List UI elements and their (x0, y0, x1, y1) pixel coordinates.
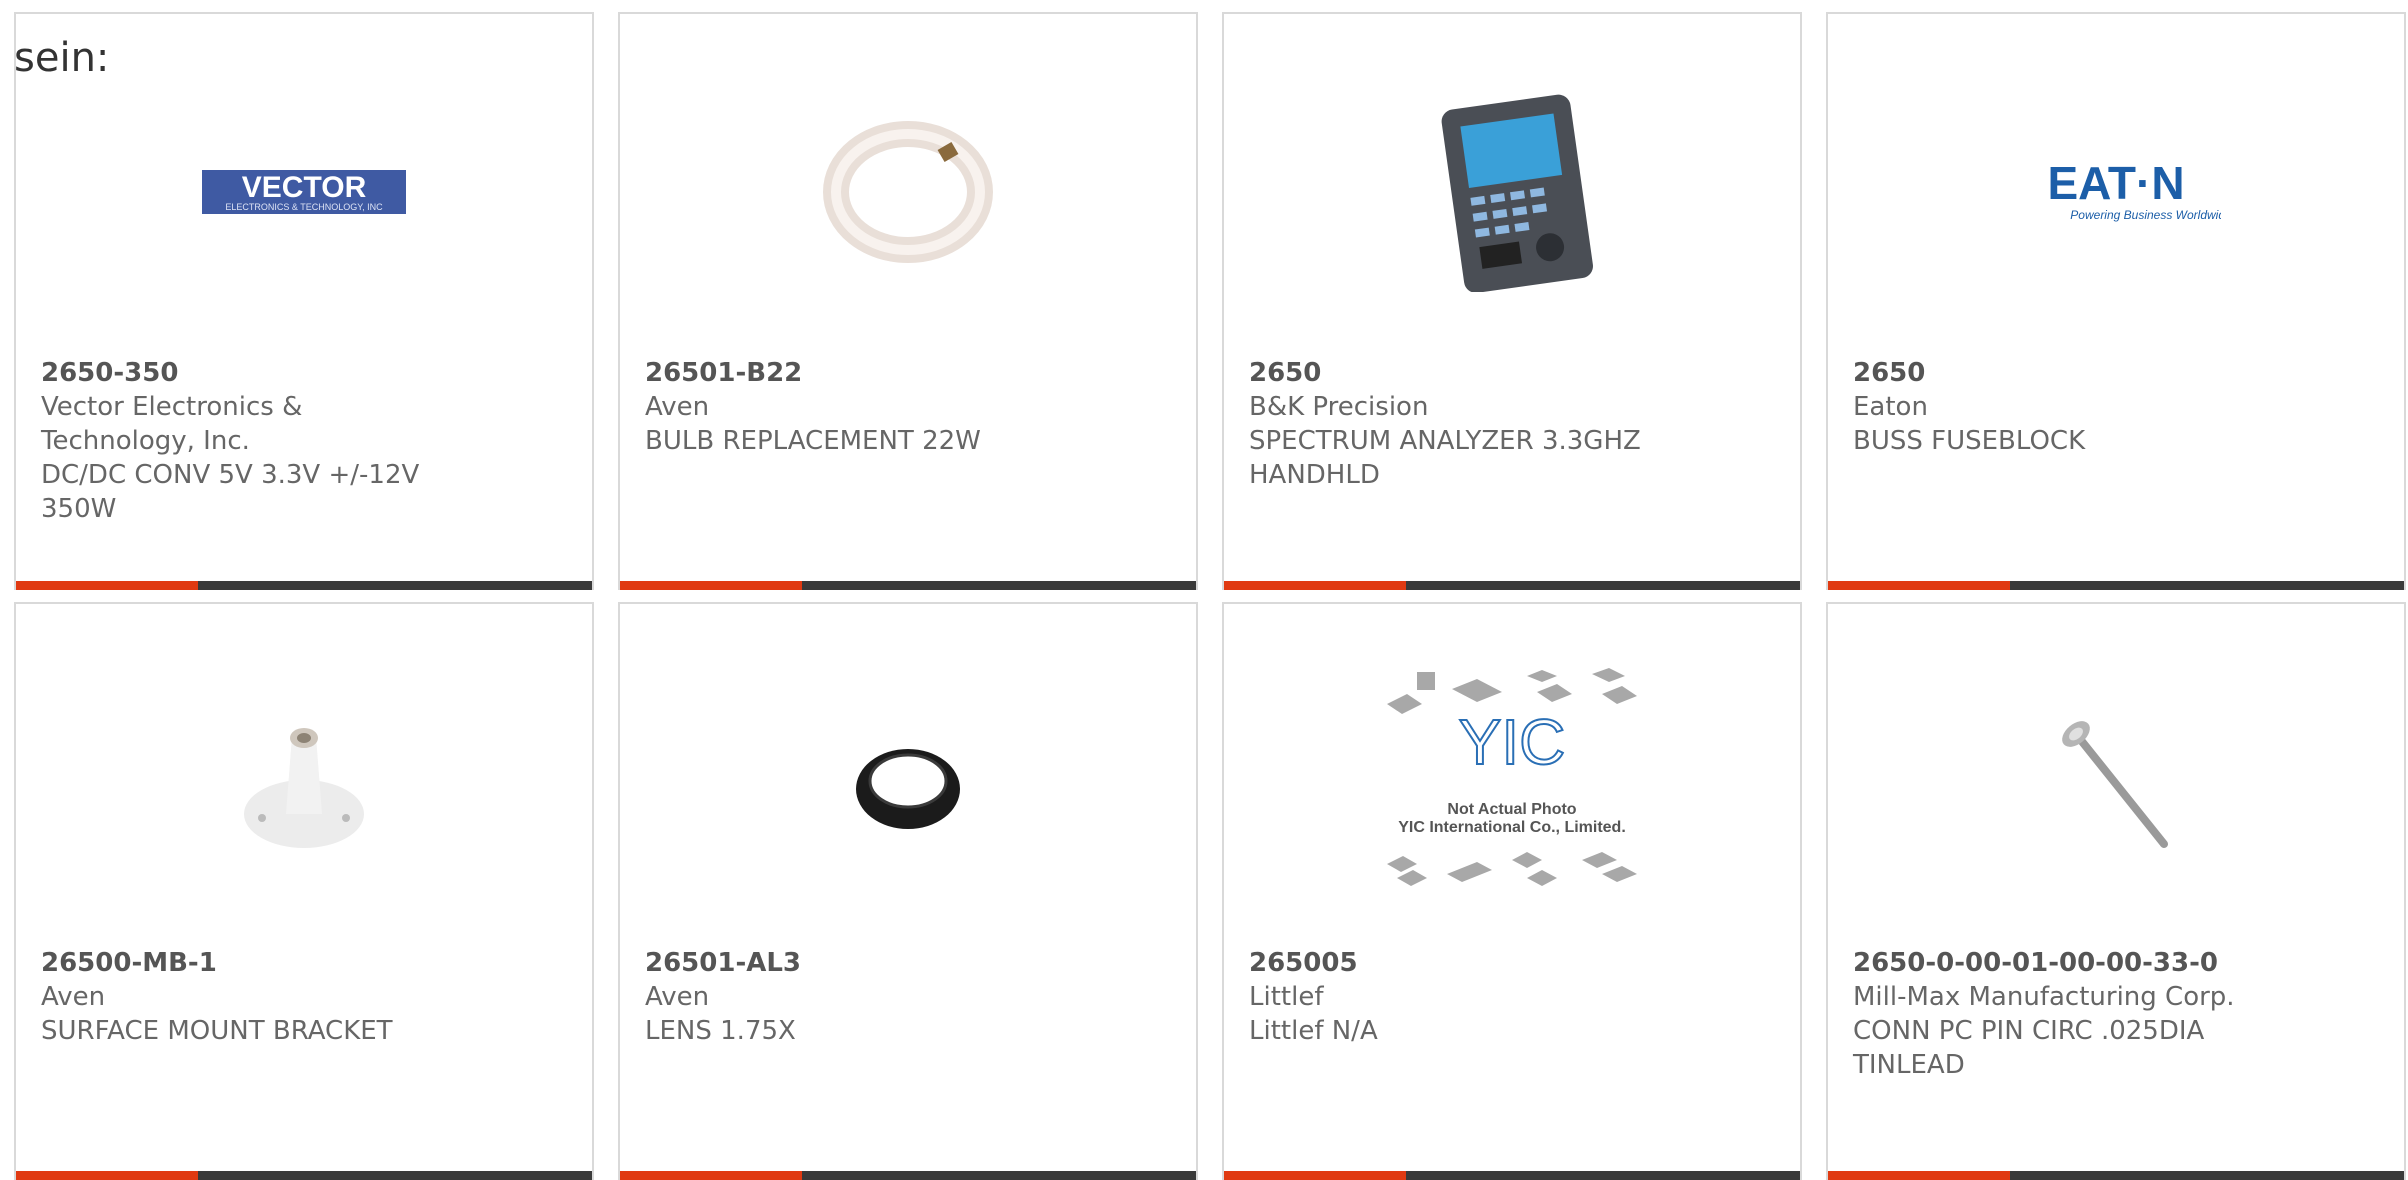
card-accent-bar (16, 581, 592, 590)
product-card[interactable]: 2650-0-00-01-00-00-33-0 Mill-Max Manufac… (1826, 602, 2406, 1180)
vector-logo-subtext: ELECTRONICS & TECHNOLOGY, INC (225, 202, 383, 212)
card-accent-bar (620, 581, 1196, 590)
product-card[interactable]: 26501-B22 Aven BULB REPLACEMENT 22W (618, 12, 1198, 590)
description: BUSS FUSEBLOCK (1853, 426, 2086, 456)
card-accent-bar (1828, 581, 2404, 590)
manufacturer: Aven (645, 392, 710, 422)
manufacturer: Eaton (1853, 392, 1928, 422)
card-accent-bar (620, 1171, 1196, 1180)
eaton-logo-text: EAT·N (2047, 157, 2184, 209)
manufacturer: Aven (41, 982, 106, 1012)
spectrum-analyzer-icon (1224, 76, 1800, 308)
part-number[interactable]: 26500-MB-1 (41, 946, 461, 980)
card-accent-bar (1224, 581, 1800, 590)
mount-bracket-icon (16, 668, 592, 900)
manufacturer: Littlef (1249, 982, 1324, 1012)
card-accent-bar (1224, 1171, 1800, 1180)
manufacturer: Aven (645, 982, 710, 1012)
product-card[interactable]: 2650 B&K Precision SPECTRUM ANALYZER 3.3… (1222, 12, 1802, 590)
product-card[interactable]: YIC Not Actual Photo YIC International C… (1222, 602, 1802, 1180)
part-number[interactable]: 2650 (1249, 356, 1669, 390)
yic-placeholder-icon: YIC Not Actual Photo YIC International C… (1224, 668, 1800, 900)
eaton-logo-subtext: Powering Business Worldwide (2070, 208, 2221, 222)
product-grid: VECTOR ELECTRONICS & TECHNOLOGY, INC 265… (14, 12, 2406, 1180)
lens-ring-icon (620, 668, 1196, 900)
manufacturer: B&K Precision (1249, 392, 1429, 422)
part-number[interactable]: 2650-0-00-01-00-00-33-0 (1853, 946, 2273, 980)
card-accent-bar (16, 1171, 592, 1180)
manufacturer: Mill-Max Manufacturing Corp. (1853, 982, 2235, 1012)
product-card[interactable]: EAT·N Powering Business Worldwide 2650 E… (1826, 12, 2406, 590)
pc-pin-icon (1828, 668, 2404, 900)
eaton-logo-icon: EAT·N Powering Business Worldwide (1828, 76, 2404, 308)
product-card[interactable]: 26500-MB-1 Aven SURFACE MOUNT BRACKET (14, 602, 594, 1180)
card-accent-bar (1828, 1171, 2404, 1180)
intro-text: sein: (14, 35, 110, 81)
yic-note-text: Not Actual Photo (1447, 801, 1576, 818)
yic-logo-text: YIC (1459, 706, 1566, 778)
description: BULB REPLACEMENT 22W (645, 426, 981, 456)
manufacturer: Vector Electronics & Technology, Inc. (41, 392, 303, 456)
description: Littlef N/A (1249, 1016, 1378, 1046)
description: SURFACE MOUNT BRACKET (41, 1016, 393, 1046)
part-number[interactable]: 2650-350 (41, 356, 461, 390)
part-number[interactable]: 26501-AL3 (645, 946, 1065, 980)
part-number[interactable]: 2650 (1853, 356, 2273, 390)
circular-bulb-icon (620, 76, 1196, 308)
yic-company-text: YIC International Co., Limited. (1398, 819, 1626, 836)
product-card[interactable]: 26501-AL3 Aven LENS 1.75X (618, 602, 1198, 1180)
description: SPECTRUM ANALYZER 3.3GHZ HANDHLD (1249, 426, 1641, 490)
vector-logo-icon: VECTOR ELECTRONICS & TECHNOLOGY, INC (16, 76, 592, 308)
part-number[interactable]: 26501-B22 (645, 356, 1065, 390)
description: LENS 1.75X (645, 1016, 796, 1046)
part-number[interactable]: 265005 (1249, 946, 1669, 980)
description: DC/DC CONV 5V 3.3V +/-12V 350W (41, 460, 420, 524)
vector-logo-text: VECTOR (242, 171, 367, 204)
description: CONN PC PIN CIRC .025DIA TINLEAD (1853, 1016, 2205, 1080)
product-card[interactable]: VECTOR ELECTRONICS & TECHNOLOGY, INC 265… (14, 12, 594, 590)
